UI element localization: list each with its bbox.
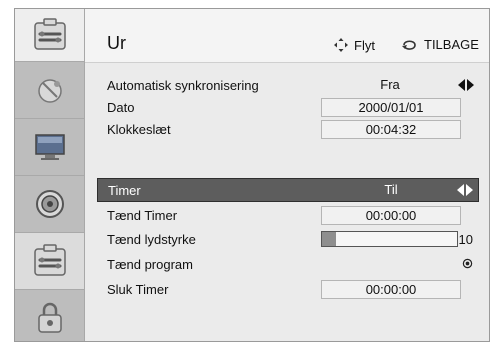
setting-label: Sluk Timer	[107, 281, 169, 297]
back-hint-label: TILBAGE	[424, 37, 479, 52]
volume-value: 10	[458, 231, 473, 247]
satellite-dish-icon	[37, 79, 62, 103]
tools-icon	[33, 244, 66, 276]
monitor-icon	[34, 134, 65, 160]
setting-label: Dato	[107, 99, 135, 115]
sidebar-item-channels[interactable]	[15, 62, 84, 119]
move-hint-label: Flyt	[354, 37, 375, 53]
setting-timer[interactable]: Timer Til	[97, 178, 479, 202]
setting-label: Klokkeslæt	[107, 121, 171, 137]
radio-icon[interactable]	[462, 258, 473, 269]
setting-label: Automatisk synkronisering	[107, 77, 259, 93]
setting-clock[interactable]: Klokkeslæt 00:04:32	[97, 118, 479, 140]
page-title: Ur	[107, 33, 126, 53]
setting-value: Til	[384, 182, 398, 197]
volume-slider-fill	[322, 232, 336, 246]
speaker-icon	[35, 190, 64, 218]
volume-slider[interactable]	[321, 231, 458, 247]
setting-auto-sync[interactable]: Automatisk synkronisering Fra	[97, 74, 479, 96]
setting-off-timer[interactable]: Sluk Timer 00:00:00	[97, 278, 479, 300]
tv-menu-window: Ur Flyt TILBAGE Automatisk synkroniserin…	[14, 8, 490, 342]
four-way-arrow-icon	[334, 38, 348, 52]
on-timer-field[interactable]: 00:00:00	[321, 206, 461, 225]
date-field[interactable]: 2000/01/01	[321, 98, 461, 117]
tools-icon	[33, 18, 66, 50]
setting-date[interactable]: Dato 2000/01/01	[97, 96, 479, 118]
sidebar-item-sound[interactable]	[15, 176, 84, 233]
settings-panel: Automatisk synkronisering Fra Dato 2000/…	[85, 63, 489, 341]
setting-label: Tænd Timer	[107, 207, 178, 223]
back-hint[interactable]: TILBAGE	[401, 37, 479, 52]
clock-field[interactable]: 00:04:32	[321, 120, 461, 139]
left-right-arrows-icon[interactable]	[456, 183, 474, 197]
sidebar-item-setup[interactable]	[15, 9, 84, 62]
setting-label: Timer	[108, 182, 141, 198]
setting-on-volume[interactable]: Tænd lydstyrke 10	[97, 228, 479, 250]
off-timer-field[interactable]: 00:00:00	[321, 280, 461, 299]
setting-on-timer[interactable]: Tænd Timer 00:00:00	[97, 204, 479, 226]
left-right-arrows-icon[interactable]	[457, 78, 475, 92]
setting-label: Tænd lydstyrke	[107, 231, 196, 247]
setting-on-program[interactable]: Tænd program	[97, 253, 479, 275]
menu-sidebar	[15, 9, 85, 341]
setting-label: Tænd program	[107, 256, 193, 272]
lock-icon	[37, 302, 62, 333]
return-icon	[402, 39, 416, 50]
sidebar-item-setup-active[interactable]	[15, 233, 84, 290]
setting-value: Fra	[380, 77, 400, 92]
menu-header: Ur Flyt TILBAGE	[85, 9, 489, 63]
sidebar-item-lock[interactable]	[15, 290, 84, 346]
move-hint: Flyt	[333, 37, 375, 53]
sidebar-item-picture[interactable]	[15, 119, 84, 176]
